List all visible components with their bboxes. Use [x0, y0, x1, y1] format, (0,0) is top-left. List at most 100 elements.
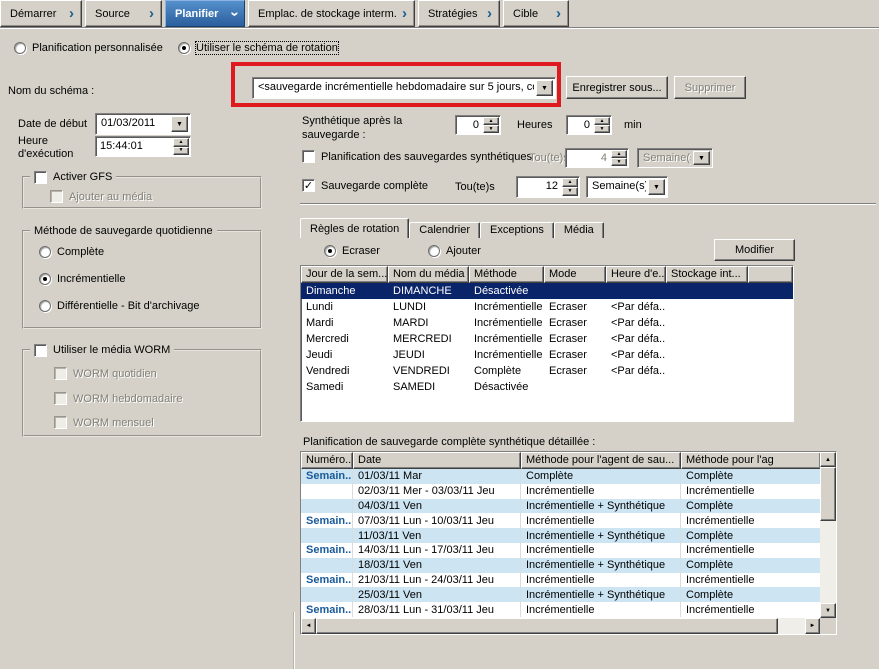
tab-media[interactable]: Média [554, 222, 604, 238]
activer-gfs-checkbox[interactable]: ✓ Activer GFS [30, 170, 116, 184]
cell-numero [301, 587, 353, 602]
minutes-label: min [624, 119, 642, 132]
detail-row[interactable]: Semain... 01/03/11 Mar Complète Complète [301, 469, 820, 484]
dropdown-arrow-icon[interactable]: ▼ [648, 179, 665, 195]
cell-numero [301, 484, 353, 499]
scrollbar-thumb[interactable] [820, 467, 836, 521]
col-nom-media[interactable]: Nom du média [388, 266, 469, 283]
nav-tab-cible[interactable]: Cible › [503, 0, 569, 27]
col-heure[interactable]: Heure d'e... [606, 266, 666, 283]
detail-row[interactable]: Semain... 21/03/11 Lun - 24/03/11 Jeu In… [301, 573, 820, 588]
dropdown-arrow-icon[interactable]: ▼ [171, 116, 188, 132]
radio-label: Incrémentielle [57, 273, 125, 285]
horizontal-scrollbar[interactable]: ◄ ► [301, 618, 820, 634]
rotation-row-mercredi[interactable]: Mercredi MERCREDI Incrémentielle Ecraser… [301, 331, 793, 347]
detail-row[interactable]: 02/03/11 Mer - 03/03/11 Jeu Incrémentiel… [301, 484, 820, 499]
detail-row[interactable]: Semain... 07/03/11 Lun - 10/03/11 Jeu In… [301, 513, 820, 528]
spin-down-icon[interactable]: ▼ [483, 125, 499, 133]
rotation-row-vendredi[interactable]: Vendredi VENDREDI Complète Ecraser <Par … [301, 363, 793, 379]
scroll-up-icon[interactable]: ▲ [820, 452, 836, 467]
rotation-row-dimanche[interactable]: Dimanche DIMANCHE Désactivée [301, 283, 793, 299]
nav-tab-planifier[interactable]: Planifier › [165, 0, 245, 27]
col-methode[interactable]: Méthode [469, 266, 544, 283]
nav-tab-label: Planifier [175, 8, 218, 20]
radio-incrementielle[interactable]: Incrémentielle [39, 273, 125, 285]
cell-date: 04/03/11 Ven [353, 499, 521, 514]
full-unit-select[interactable]: Semaine(s) ▼ [586, 176, 668, 198]
detail-row[interactable]: 18/03/11 Ven Incrémentielle + Synthétiqu… [301, 558, 820, 573]
rotation-row-samedi[interactable]: Samedi SAMEDI Désactivée [301, 379, 793, 395]
checkbox-icon: ✓ [54, 416, 67, 429]
synthetic-hours-spinner[interactable]: 0 ▲ ▼ [455, 115, 501, 135]
plan-interval-value: 4 [566, 149, 610, 167]
rotation-row-mardi[interactable]: Mardi MARDI Incrémentielle Ecraser <Par … [301, 315, 793, 331]
cell-methode-autre: Complète [681, 528, 818, 543]
chevron-right-icon: › [149, 9, 154, 19]
detail-row[interactable]: 11/03/11 Ven Incrémentielle + Synthétiqu… [301, 528, 820, 543]
radio-icon [324, 245, 336, 257]
utiliser-media-worm-checkbox[interactable]: ✓ Utiliser le média WORM [30, 343, 174, 357]
tab-exceptions[interactable]: Exceptions [480, 222, 554, 238]
radio-utiliser-schema-rotation[interactable]: Utiliser le schéma de rotation [178, 42, 338, 54]
synthetic-after-label: Synthétique après la sauvegarde : [302, 114, 424, 142]
daily-method-group: Méthode de sauvegarde quotidienne Complè… [22, 230, 262, 329]
scrollbar-thumb[interactable] [316, 618, 778, 634]
exec-time-value: 15:44:01 [96, 137, 172, 156]
rotation-tabstrip: Règles de rotation Calendrier Exceptions… [300, 218, 604, 238]
col-stockage[interactable]: Stockage int... [666, 266, 748, 283]
checkbox-label: Sauvegarde complète [321, 180, 428, 192]
checkbox-label: Ajouter au média [69, 191, 152, 203]
cell-methode-autre: Incrémentielle [681, 484, 818, 499]
col-methode-autre[interactable]: Méthode pour l'ag [681, 452, 820, 469]
sauvegarde-complete-checkbox[interactable]: ✓ Sauvegarde complète [302, 179, 428, 192]
scroll-right-icon[interactable]: ► [805, 618, 820, 634]
vertical-scrollbar[interactable]: ▲ ▼ [820, 452, 836, 618]
dropdown-arrow-icon[interactable]: ▼ [536, 80, 553, 96]
spin-down-icon[interactable]: ▼ [562, 187, 578, 196]
spin-up-icon[interactable]: ▲ [173, 138, 189, 147]
spin-up-icon[interactable]: ▲ [483, 117, 499, 125]
col-mode[interactable]: Mode [544, 266, 606, 283]
spin-up-icon[interactable]: ▲ [562, 178, 578, 187]
col-methode-agent[interactable]: Méthode pour l'agent de sau... [521, 452, 681, 469]
detail-row[interactable]: Semain... 28/03/11 Lun - 31/03/11 Jeu In… [301, 602, 820, 617]
schema-name-label: Nom du schéma : [8, 85, 94, 98]
gfs-group: ✓ Activer GFS ✓ Ajouter au média [22, 176, 262, 209]
spin-down-icon[interactable]: ▼ [594, 125, 610, 133]
detail-row[interactable]: 25/03/11 Ven Incrémentielle + Synthétiqu… [301, 587, 820, 602]
cell-methode-autre: Complète [681, 499, 818, 514]
rotation-row-lundi[interactable]: Lundi LUNDI Incrémentielle Ecraser <Par … [301, 299, 793, 315]
radio-ecraser[interactable]: Ecraser [324, 245, 380, 257]
cell-heure: <Par défa... [606, 365, 666, 377]
planification-synthetiques-checkbox[interactable]: ✓ Planification des sauvegardes synthéti… [302, 150, 532, 163]
nav-tab-emplacement[interactable]: Emplac. de stockage interm. › [248, 0, 415, 27]
checkbox-label: WORM quotidien [73, 368, 157, 380]
col-jour[interactable]: Jour de la sem... [301, 266, 388, 283]
nav-tab-strategies[interactable]: Stratégies › [418, 0, 500, 27]
col-date[interactable]: Date [353, 452, 521, 469]
scroll-left-icon[interactable]: ◄ [301, 618, 316, 634]
nav-tab-source[interactable]: Source › [85, 0, 162, 27]
detail-row[interactable]: Semain... 14/03/11 Lun - 17/03/11 Jeu In… [301, 543, 820, 558]
spin-down-icon[interactable]: ▼ [173, 147, 189, 156]
start-date-select[interactable]: 01/03/2011 ▼ [95, 113, 191, 135]
col-numero[interactable]: Numéro... [301, 452, 353, 469]
radio-differentielle[interactable]: Différentielle - Bit d'archivage [39, 300, 200, 312]
tab-regles-de-rotation[interactable]: Règles de rotation [300, 218, 409, 238]
radio-ajouter[interactable]: Ajouter [428, 245, 481, 257]
detail-row[interactable]: 04/03/11 Ven Incrémentielle + Synthétiqu… [301, 499, 820, 514]
spin-up-icon[interactable]: ▲ [594, 117, 610, 125]
radio-planification-personnalisee[interactable]: Planification personnalisée [14, 42, 163, 54]
schema-name-select[interactable]: <sauvegarde incrémentielle hebdomadaire … [252, 77, 556, 99]
scroll-down-icon[interactable]: ▼ [820, 603, 836, 618]
full-interval-spinner[interactable]: 12 ▲ ▼ [516, 176, 580, 198]
exec-time-spinner[interactable]: 15:44:01 ▲ ▼ [95, 136, 191, 157]
synthetic-minutes-spinner[interactable]: 0 ▲ ▼ [566, 115, 612, 135]
tab-calendrier[interactable]: Calendrier [409, 222, 480, 238]
nav-tab-demarrer[interactable]: Démarrer › [0, 0, 82, 27]
save-as-button[interactable]: Enregistrer sous... [566, 76, 668, 99]
modify-button[interactable]: Modifier [714, 239, 795, 261]
rotation-row-jeudi[interactable]: Jeudi JEUDI Incrémentielle Ecraser <Par … [301, 347, 793, 363]
radio-complete[interactable]: Complète [39, 246, 104, 258]
cell-jour: Samedi [301, 381, 388, 393]
